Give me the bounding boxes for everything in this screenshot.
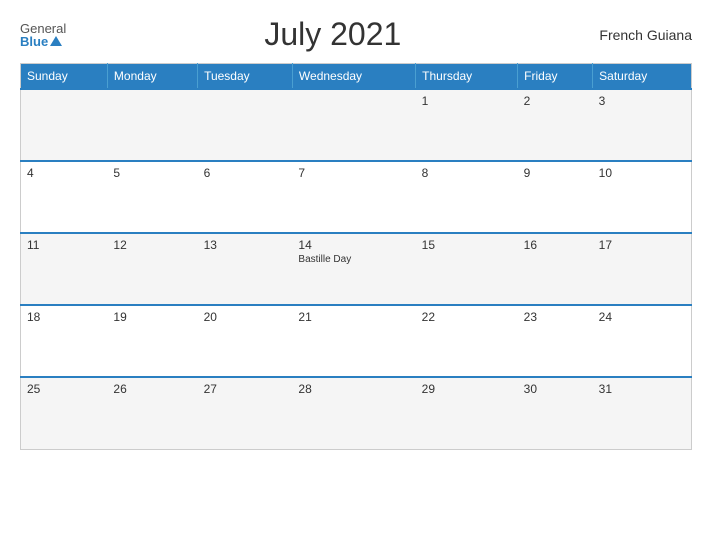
day-number: 27 <box>204 382 287 396</box>
day-number: 16 <box>524 238 587 252</box>
calendar-cell: 8 <box>416 161 518 233</box>
calendar-cell: 12 <box>107 233 197 305</box>
day-number: 30 <box>524 382 587 396</box>
calendar-cell: 4 <box>21 161 108 233</box>
region-label: French Guiana <box>599 27 692 43</box>
day-number: 28 <box>298 382 409 396</box>
day-number: 20 <box>204 310 287 324</box>
weekday-header-row: Sunday Monday Tuesday Wednesday Thursday… <box>21 64 692 90</box>
calendar-cell: 25 <box>21 377 108 449</box>
day-number: 9 <box>524 166 587 180</box>
day-number: 26 <box>113 382 191 396</box>
day-number: 23 <box>524 310 587 324</box>
calendar-cell: 28 <box>292 377 415 449</box>
logo-blue-text: Blue <box>20 35 48 48</box>
calendar-week-row: 456789 10 <box>21 161 692 233</box>
header-tuesday: Tuesday <box>198 64 293 90</box>
day-number: 17 <box>599 238 685 252</box>
calendar-cell: 22 <box>416 305 518 377</box>
calendar-table: Sunday Monday Tuesday Wednesday Thursday… <box>20 63 692 450</box>
calendar-cell: 15 <box>416 233 518 305</box>
calendar-cell <box>198 89 293 161</box>
day-number: 5 <box>113 166 191 180</box>
day-number: 31 <box>599 382 685 396</box>
day-number: 19 <box>113 310 191 324</box>
calendar-cell: 31 <box>593 377 692 449</box>
calendar-cell: 1 <box>416 89 518 161</box>
calendar-cell: 5 <box>107 161 197 233</box>
calendar-cell: 14 Bastille Day <box>292 233 415 305</box>
calendar-cell: 17 <box>593 233 692 305</box>
calendar-body: 1234567891011121314Bastille Day151617181… <box>21 89 692 449</box>
day-number: 1 <box>422 94 512 108</box>
calendar-header: General Blue July 2021 French Guiana <box>20 16 692 53</box>
calendar-cell: 29 <box>416 377 518 449</box>
calendar-cell: 23 <box>518 305 593 377</box>
calendar-cell: 24 <box>593 305 692 377</box>
calendar-cell: 30 <box>518 377 593 449</box>
day-number: 7 <box>298 166 409 180</box>
header-monday: Monday <box>107 64 197 90</box>
calendar-cell: 11 <box>21 233 108 305</box>
calendar-cell: 19 <box>107 305 197 377</box>
logo-general-text: General <box>20 22 66 35</box>
calendar-cell: 21 <box>292 305 415 377</box>
calendar-cell <box>107 89 197 161</box>
day-number: 11 <box>27 238 101 252</box>
calendar-week-row: 123 <box>21 89 692 161</box>
header-thursday: Thursday <box>416 64 518 90</box>
day-number: 8 <box>422 166 512 180</box>
day-number: 21 <box>298 310 409 324</box>
calendar-week-row: 18 19 20 21 22 23 24 <box>21 305 692 377</box>
calendar-container: General Blue July 2021 French Guiana Sun… <box>0 0 712 550</box>
logo-triangle-icon <box>50 36 62 46</box>
calendar-cell <box>292 89 415 161</box>
calendar-cell: 9 <box>518 161 593 233</box>
day-number: 4 <box>27 166 101 180</box>
calendar-cell: 10 <box>593 161 692 233</box>
calendar-cell: 13 <box>198 233 293 305</box>
header-sunday: Sunday <box>21 64 108 90</box>
holiday-label: Bastille Day <box>298 254 409 265</box>
calendar-week-row: 25 26 27 28 29 30 31 <box>21 377 692 449</box>
day-number: 13 <box>204 238 287 252</box>
calendar-cell: 20 <box>198 305 293 377</box>
calendar-week-row: 11 12 13 14 Bastille Day 15 16 17 <box>21 233 692 305</box>
calendar-cell: 26 <box>107 377 197 449</box>
day-number: 25 <box>27 382 101 396</box>
day-number: 18 <box>27 310 101 324</box>
calendar-cell: 3 <box>593 89 692 161</box>
header-saturday: Saturday <box>593 64 692 90</box>
header-friday: Friday <box>518 64 593 90</box>
calendar-cell: 18 <box>21 305 108 377</box>
header-wednesday: Wednesday <box>292 64 415 90</box>
day-number: 2 <box>524 94 587 108</box>
day-number: 29 <box>422 382 512 396</box>
month-title: July 2021 <box>264 16 401 53</box>
day-number: 3 <box>599 94 685 108</box>
day-number: 12 <box>113 238 191 252</box>
logo: General Blue <box>20 22 66 48</box>
day-number: 10 <box>599 166 685 180</box>
day-number: 22 <box>422 310 512 324</box>
day-number: 15 <box>422 238 512 252</box>
calendar-cell: 7 <box>292 161 415 233</box>
calendar-cell: 2 <box>518 89 593 161</box>
day-number: 24 <box>599 310 685 324</box>
calendar-cell: 16 <box>518 233 593 305</box>
calendar-cell <box>21 89 108 161</box>
calendar-cell: 27 <box>198 377 293 449</box>
calendar-cell: 6 <box>198 161 293 233</box>
day-number: 6 <box>204 166 287 180</box>
day-number: 14 <box>298 238 409 252</box>
